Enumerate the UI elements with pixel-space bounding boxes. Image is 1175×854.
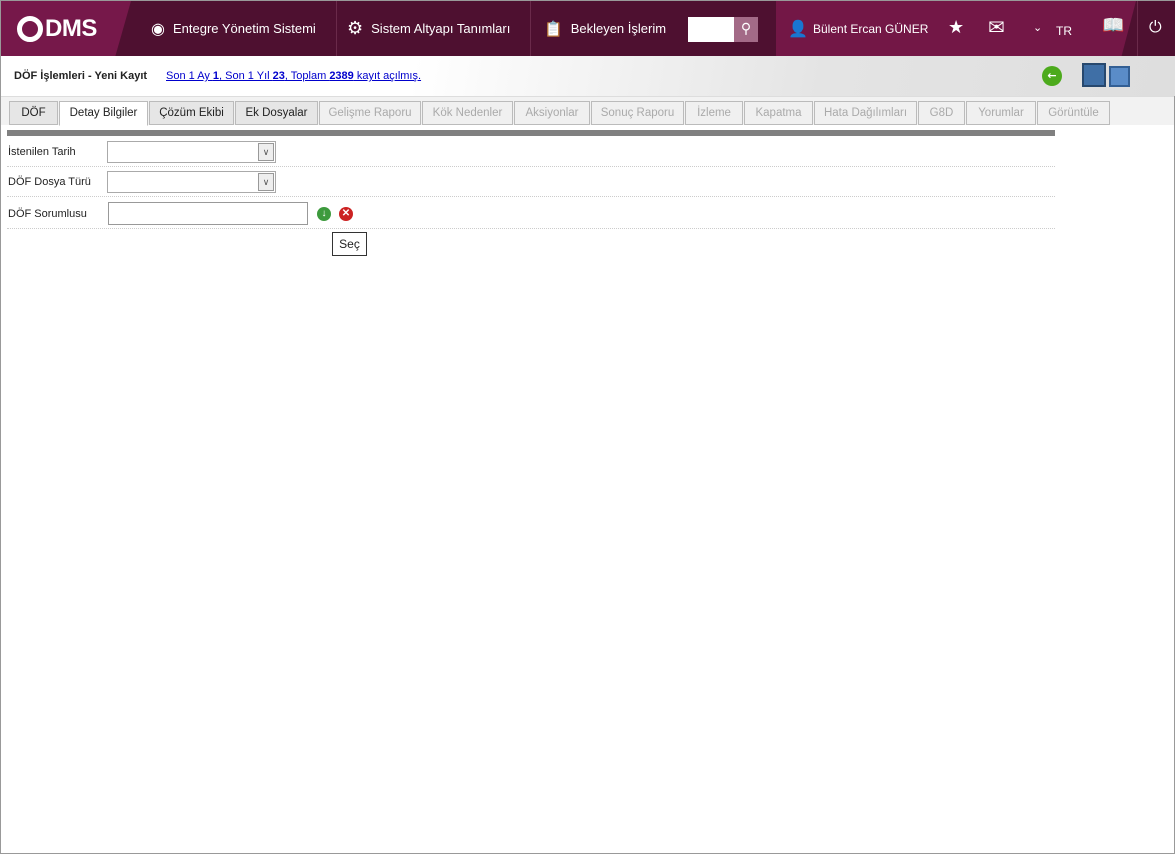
tab-gelisme-raporu[interactable]: Gelişme Raporu xyxy=(319,101,421,125)
tab-kapatma[interactable]: Kapatma xyxy=(744,101,813,125)
select-down-icon[interactable]: ↓ xyxy=(317,207,331,221)
nav-sistem-altyapi[interactable]: ⚙ Sistem Altyapı Tanımları xyxy=(327,1,532,56)
save-icon[interactable] xyxy=(1109,66,1130,87)
dof-sorumlusu-input[interactable] xyxy=(108,202,308,225)
istenilen-tarih-select[interactable]: ∨ xyxy=(107,141,276,163)
tooltip: Seç xyxy=(332,232,367,256)
save-all-icon[interactable] xyxy=(1082,63,1106,87)
user-name[interactable]: Bülent Ercan GÜNER xyxy=(813,22,928,36)
tab-cozum-ekibi[interactable]: Çözüm Ekibi xyxy=(149,101,234,125)
tab-bar: DÖF Detay Bilgiler Çözüm Ekibi Ek Dosyal… xyxy=(1,96,1174,126)
search-icon[interactable]: ⚲ xyxy=(734,17,758,42)
form-row-istenilen-tarih: İstenilen Tarih ∨ xyxy=(7,137,1055,167)
page-title: DÖF İşlemleri - Yeni Kayıt xyxy=(14,70,148,82)
tab-dof[interactable]: DÖF xyxy=(9,101,58,125)
power-icon[interactable]: ⏻ xyxy=(1149,17,1162,37)
tab-izleme[interactable]: İzleme xyxy=(685,101,743,125)
q-icon: ◉ xyxy=(151,20,165,38)
tab-ek-dosyalar[interactable]: Ek Dosyalar xyxy=(235,101,318,125)
divider xyxy=(1137,1,1138,56)
nav-bekleyen-islerim[interactable]: 📋 Bekleyen İşlerim xyxy=(524,1,686,56)
back-icon[interactable]: ← xyxy=(1042,66,1062,86)
star-icon[interactable]: ★ xyxy=(948,17,964,38)
user-icon: 👤 xyxy=(788,19,808,38)
clipboard-icon: 📋 xyxy=(544,20,563,38)
section-bar xyxy=(7,130,1055,136)
chevron-down-icon[interactable]: ⌄ xyxy=(1033,21,1042,34)
field-label: İstenilen Tarih xyxy=(8,146,76,158)
field-label: DÖF Sorumlusu xyxy=(8,208,87,220)
tab-yorumlar[interactable]: Yorumlar xyxy=(966,101,1036,125)
dof-dosya-turu-select[interactable]: ∨ xyxy=(107,171,276,193)
clear-x-icon[interactable]: ✕ xyxy=(339,207,353,221)
form-row-dof-sorumlusu: DÖF Sorumlusu ↓ ✕ xyxy=(7,197,1055,229)
tab-aksiyonlar[interactable]: Aksiyonlar xyxy=(514,101,590,125)
mail-icon[interactable]: ✉ xyxy=(988,15,1005,39)
help-book-icon[interactable]: 📖 xyxy=(1102,15,1124,36)
tab-kok-nedenler[interactable]: Kök Nedenler xyxy=(422,101,513,125)
tab-detay-bilgiler[interactable]: Detay Bilgiler xyxy=(59,101,148,126)
gear-icon: ⚙ xyxy=(347,18,364,38)
chevron-down-icon[interactable]: ∨ xyxy=(258,143,274,161)
search-input[interactable]: ⚲ xyxy=(688,17,758,42)
record-stats-link[interactable]: Son 1 Ay 1, Son 1 Yıl 23, Toplam 2389 ka… xyxy=(166,70,421,82)
language-selector[interactable]: TR xyxy=(1056,24,1072,38)
top-header: DMS ◉ Entegre Yönetim Sistemi ⚙ Sistem Alt… xyxy=(1,1,1175,56)
form-row-dof-dosya-turu: DÖF Dosya Türü ∨ xyxy=(7,167,1055,197)
field-label: DÖF Dosya Türü xyxy=(8,176,91,188)
tab-hata-dagilimlari[interactable]: Hata Dağılımları xyxy=(814,101,917,125)
tab-goruntule[interactable]: Görüntüle xyxy=(1037,101,1110,125)
tab-g8d[interactable]: G8D xyxy=(918,101,965,125)
qdms-logo[interactable]: DMS xyxy=(1,1,131,56)
chevron-down-icon[interactable]: ∨ xyxy=(258,173,274,191)
nav-entegre-yonetim[interactable]: ◉ Entegre Yönetim Sistemi xyxy=(131,1,337,56)
tab-sonuc-raporu[interactable]: Sonuç Raporu xyxy=(591,101,684,125)
